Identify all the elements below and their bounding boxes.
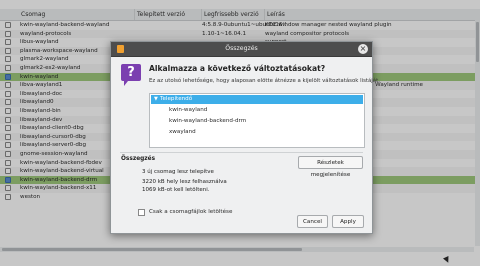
apply-button[interactable]: Apply xyxy=(332,215,364,228)
list-item-label: kwin-wayland-backend-drm xyxy=(169,118,247,124)
list-item[interactable]: kwin-wayland-backend-drm xyxy=(151,117,363,126)
dialog-heading: Alkalmazza a következő változtatásokat? xyxy=(149,64,326,73)
expand-arrow-icon[interactable]: ▼ xyxy=(154,95,158,104)
summary-disk-space: 3220 kB hely lesz felhasználva xyxy=(142,179,227,185)
dialog-title: Összegzés xyxy=(225,45,258,52)
list-item[interactable]: kwin-wayland xyxy=(151,106,363,115)
divider xyxy=(120,152,363,153)
list-item[interactable]: xwayland xyxy=(151,128,363,137)
summary-download-size: 1069 kB-ot kell letölteni. xyxy=(142,187,210,193)
download-only-label: Csak a csomagfájlok letöltése xyxy=(149,209,233,215)
dialog-titlebar[interactable]: Összegzés × xyxy=(111,42,372,57)
question-icon: ? xyxy=(121,64,141,86)
list-group-install[interactable]: ▼ Telepítendő xyxy=(151,95,363,104)
show-details-button[interactable]: Részletek megjelenítése xyxy=(298,156,363,178)
download-only-checkbox[interactable] xyxy=(138,209,145,216)
dialog-subtext: Ez az utolsó lehetősége, hogy alaposan e… xyxy=(149,78,380,84)
summary-dialog: Összegzés × ? Alkalmazza a következő vál… xyxy=(110,41,380,234)
summary-label: Összegzés xyxy=(121,156,156,162)
cancel-button[interactable]: Cancel xyxy=(297,215,328,228)
summary-new-packages: 3 új csomag lesz telepítve xyxy=(142,169,214,175)
list-item-label: kwin-wayland xyxy=(169,107,208,113)
list-item-label: xwayland xyxy=(169,129,196,135)
group-label: Telepítendő xyxy=(160,96,193,102)
changes-list[interactable]: ▼ Telepítendő kwin-wayland kwin-wayland-… xyxy=(149,93,365,148)
close-icon[interactable]: × xyxy=(358,44,368,54)
